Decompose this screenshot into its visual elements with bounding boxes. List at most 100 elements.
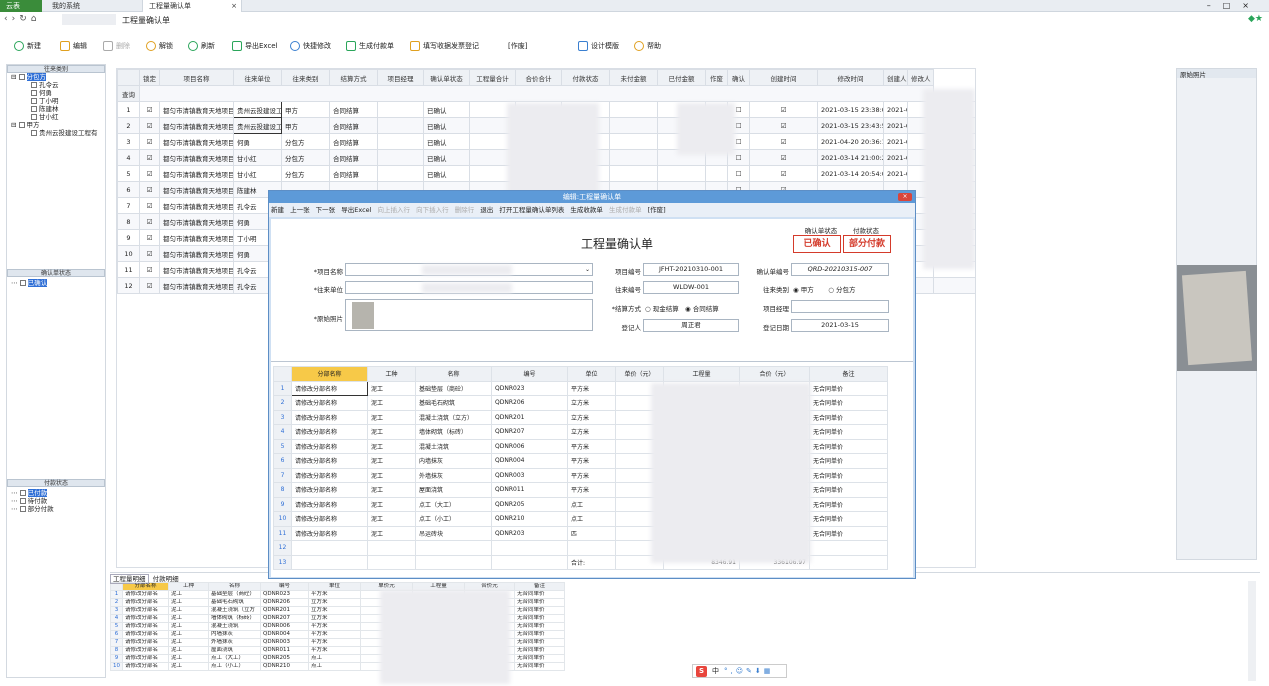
checkbox[interactable] bbox=[19, 506, 26, 512]
detail-column-header[interactable]: 备注 bbox=[809, 366, 888, 382]
bottom-cell[interactable]: QDNR206 bbox=[260, 598, 309, 607]
dlg-prev-button[interactable]: 上一张 bbox=[290, 206, 310, 214]
radio-cash[interactable]: ○ 现金结算 bbox=[645, 305, 679, 313]
bottom-cell[interactable]: 请修改分部名 bbox=[122, 662, 169, 671]
item-name-cell[interactable] bbox=[415, 554, 492, 570]
dlg-new-button[interactable]: 新建 bbox=[271, 206, 284, 214]
code-cell[interactable]: QDNR206 bbox=[491, 395, 568, 411]
item-name-cell[interactable]: 吊运砖块 bbox=[415, 525, 492, 541]
bottom-cell[interactable]: 平方米 bbox=[308, 622, 361, 631]
bottom-cell[interactable]: 基础毛石砌筑 bbox=[208, 598, 261, 607]
original-photo[interactable] bbox=[1177, 265, 1257, 371]
new-button[interactable]: 新建 bbox=[14, 39, 41, 53]
trade-cell[interactable]: 泥工 bbox=[367, 409, 416, 425]
bottom-cell[interactable]: 点工（大工） bbox=[208, 654, 261, 663]
gen-payment-button[interactable]: 生成付款单 bbox=[346, 39, 394, 53]
column-header[interactable]: 确认单状态 bbox=[423, 69, 470, 86]
tree-node[interactable]: ⋯ 待付款 bbox=[11, 497, 54, 505]
remark-cell[interactable]: 无合同单价 bbox=[809, 380, 888, 396]
help-button[interactable]: 帮助 bbox=[634, 39, 661, 53]
bottom-cell[interactable]: 泥工 bbox=[168, 622, 209, 631]
receipt-register-button[interactable]: 填写收据发票登记 bbox=[410, 39, 479, 53]
bottom-cell[interactable]: 请修改分部名 bbox=[122, 606, 169, 615]
bottom-cell[interactable]: QDNR210 bbox=[260, 662, 309, 671]
checkbox[interactable] bbox=[19, 498, 26, 504]
column-header[interactable]: 作废 bbox=[705, 69, 728, 86]
dlg-void-button[interactable]: [作废] bbox=[648, 206, 666, 214]
bottom-cell[interactable]: QDNR207 bbox=[260, 614, 309, 623]
scrollbar[interactable] bbox=[1248, 581, 1256, 681]
item-name-cell[interactable] bbox=[415, 540, 492, 556]
refresh-button[interactable]: 刷新 bbox=[188, 39, 215, 53]
void-checkbox[interactable]: ☐ bbox=[727, 165, 750, 182]
unit-cell[interactable]: 立方米 bbox=[567, 424, 616, 440]
item-name-cell[interactable]: 点工（小工） bbox=[415, 511, 492, 527]
checkbox[interactable] bbox=[31, 98, 37, 104]
bottom-cell[interactable]: 泥工 bbox=[168, 638, 209, 647]
column-header[interactable]: 项目名称 bbox=[159, 69, 234, 86]
column-header[interactable]: 付款状态 bbox=[561, 69, 610, 86]
remark-cell[interactable]: 无合同单价 bbox=[809, 395, 888, 411]
section-cell[interactable]: 请修改分部名称 bbox=[291, 424, 368, 440]
unit-cell[interactable]: 平方米 bbox=[567, 380, 616, 396]
lock-checkbox[interactable]: ☑ bbox=[139, 149, 160, 166]
lock-checkbox[interactable]: ☑ bbox=[139, 181, 160, 198]
lock-checkbox[interactable]: ☑ bbox=[139, 117, 160, 134]
lock-checkbox[interactable]: ☑ bbox=[139, 277, 160, 294]
checkbox[interactable] bbox=[18, 122, 25, 128]
bottom-column-header[interactable]: 名称 bbox=[208, 582, 261, 591]
bottom-cell[interactable]: 请修改分部名 bbox=[122, 638, 169, 647]
registrar-field[interactable]: 周正君 bbox=[643, 319, 739, 332]
partner-no-field[interactable]: WLDW-001 bbox=[643, 281, 739, 294]
trade-cell[interactable] bbox=[367, 554, 416, 570]
item-name-cell[interactable]: 外墙抹灰 bbox=[415, 467, 492, 483]
confirm-checkbox[interactable]: ☑ bbox=[749, 165, 818, 182]
trade-cell[interactable]: 泥工 bbox=[367, 380, 416, 396]
section-cell[interactable]: 请修改分部名称 bbox=[291, 395, 368, 411]
bottom-cell[interactable]: 立方米 bbox=[308, 606, 361, 615]
dlg-insert-up-button[interactable]: 向上插入行 bbox=[378, 206, 411, 214]
code-cell[interactable]: QDNR201 bbox=[491, 409, 568, 425]
bottom-cell[interactable]: 泥工 bbox=[168, 630, 209, 639]
tree-node[interactable]: 贵州云投建设工程有 bbox=[11, 129, 105, 137]
item-name-cell[interactable]: 混凝土浇筑（立方） bbox=[415, 409, 492, 425]
tree-node[interactable]: 孔令云 bbox=[11, 81, 105, 89]
bottom-column-header[interactable]: 工种 bbox=[168, 582, 209, 591]
code-cell[interactable]: QDNR023 bbox=[491, 380, 568, 396]
tab-confirm[interactable]: 工程量确认单 × bbox=[142, 0, 242, 12]
section-cell[interactable]: 请修改分部名称 bbox=[291, 467, 368, 483]
confirm-checkbox[interactable]: ☑ bbox=[749, 101, 818, 118]
bottom-cell[interactable]: 平方米 bbox=[308, 646, 361, 655]
section-cell[interactable]: 请修改分部名称 bbox=[291, 380, 368, 396]
unlock-button[interactable]: 解锁 bbox=[146, 39, 173, 53]
bottom-cell[interactable]: 泥工 bbox=[168, 598, 209, 607]
remark-cell[interactable]: 无合同单价 bbox=[809, 525, 888, 541]
bottom-cell[interactable]: 内墙抹灰 bbox=[208, 630, 261, 639]
tree-node[interactable]: 陈建林 bbox=[11, 105, 105, 113]
tree-node[interactable]: ⋯ 已确认 bbox=[11, 279, 48, 287]
bottom-cell[interactable]: 泥工 bbox=[168, 654, 209, 663]
radio-subcontractor[interactable]: ○ 分包方 bbox=[828, 286, 855, 294]
bottom-remark-cell[interactable]: 无合同单价 bbox=[514, 630, 565, 639]
bottom-cell[interactable]: 请修改分部名 bbox=[122, 614, 169, 623]
lock-checkbox[interactable]: ☑ bbox=[139, 197, 160, 214]
checkbox[interactable] bbox=[19, 280, 26, 286]
radio-contract[interactable]: ◉ 合同结算 bbox=[685, 305, 719, 313]
tree-node[interactable]: ⋯ 部分付款 bbox=[11, 505, 54, 513]
dlg-gen-payment-button[interactable]: 生成付款单 bbox=[609, 206, 642, 214]
bottom-remark-cell[interactable]: 无合同单价 bbox=[514, 662, 565, 671]
bottom-cell[interactable]: QDNR004 bbox=[260, 630, 309, 639]
filter-row[interactable] bbox=[139, 85, 934, 102]
bottom-cell[interactable]: 点工（小工） bbox=[208, 662, 261, 671]
lock-checkbox[interactable]: ☑ bbox=[139, 133, 160, 150]
detail-column-header[interactable]: 工种 bbox=[367, 366, 416, 382]
detail-column-header[interactable]: 分部名称 bbox=[291, 366, 368, 382]
bottom-cell[interactable]: 请修改分部名 bbox=[122, 654, 169, 663]
photo-field[interactable] bbox=[345, 299, 593, 331]
close-icon[interactable]: × bbox=[231, 0, 237, 12]
tab-payment-detail[interactable]: 付款明细 bbox=[151, 575, 181, 583]
bottom-remark-cell[interactable]: 无合同单价 bbox=[514, 654, 565, 663]
bottom-cell[interactable]: 请修改分部名 bbox=[122, 646, 169, 655]
bottom-cell[interactable]: 混凝土浇筑 bbox=[208, 622, 261, 631]
section-cell[interactable]: 请修改分部名称 bbox=[291, 482, 368, 498]
